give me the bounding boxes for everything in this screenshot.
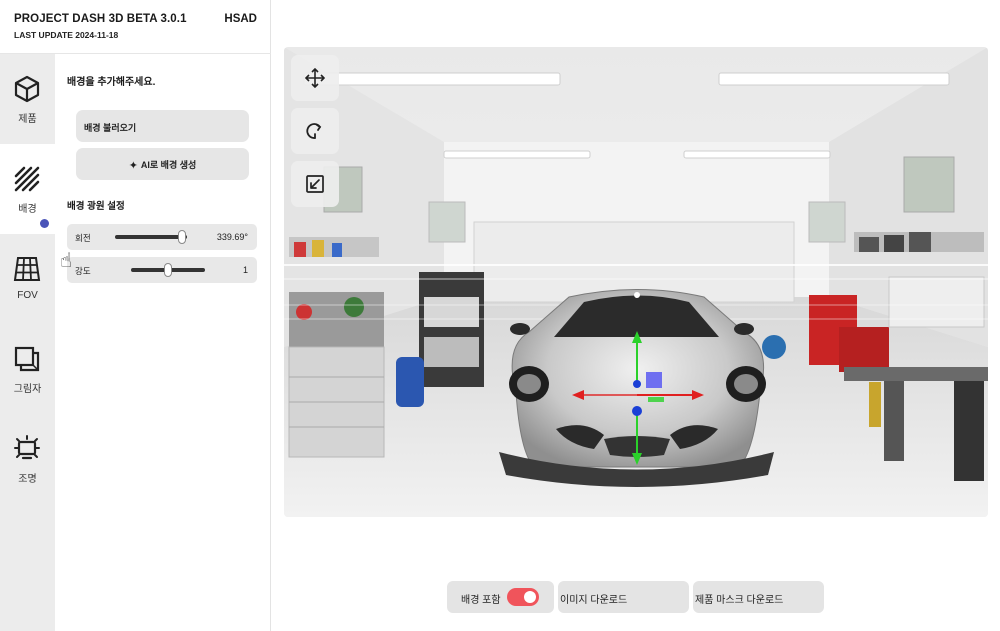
include-background-label: 배경 포함 (461, 595, 501, 606)
nav-item-label: FOV (17, 290, 38, 301)
scale-tool-button[interactable] (291, 161, 339, 207)
sparkle-icon: ✦ (128, 160, 138, 172)
include-background-toggle-pill[interactable]: 배경 포함 (447, 581, 554, 613)
intensity-label: 강도 (75, 266, 91, 276)
diagonal-lines-icon (14, 166, 40, 192)
toggle-knob (524, 591, 536, 603)
nav-item-shadow[interactable]: 그림자 (0, 324, 55, 414)
hand-cursor-icon: ☝ (60, 250, 73, 272)
include-background-toggle[interactable] (507, 588, 539, 606)
move-icon (305, 68, 325, 88)
rotate-icon (306, 123, 322, 139)
nav-item-lighting[interactable]: 조명 (0, 414, 55, 504)
nav-item-label: 그림자 (13, 384, 42, 395)
download-mask-button[interactable]: 제품 마스크 다운로드 (693, 581, 824, 613)
nav-item-label: 제품 (18, 114, 37, 125)
intensity-slider-knob[interactable] (164, 263, 172, 277)
3d-viewport[interactable] (284, 47, 988, 517)
company-name: HSAD (224, 13, 257, 25)
app-header: PROJECT DASH 3D BETA 3.0.1 LAST UPDATE 2… (0, 0, 271, 54)
garage-scene (284, 47, 988, 517)
intensity-slider-row: 강도 1 (67, 257, 257, 283)
rotate-tool-button[interactable] (291, 108, 339, 154)
shadow-icon (14, 346, 40, 372)
nav-item-product[interactable]: 제품 (0, 54, 55, 144)
rotation-slider-row: 회전 339.69° (67, 224, 257, 250)
light-icon (14, 435, 40, 460)
nav-item-fov[interactable]: FOV (0, 234, 55, 324)
rotation-slider-track[interactable] (115, 235, 187, 239)
download-image-label: 이미지 다운로드 (560, 595, 628, 606)
intensity-value: 1 (242, 265, 248, 275)
rotation-label: 회전 (75, 233, 91, 243)
grid-icon (13, 257, 41, 281)
move-tool-button[interactable] (291, 55, 339, 101)
background-prompt: 배경을 추가해주세요. (67, 77, 156, 88)
ai-button-label: AI로 배경 생성 (140, 160, 197, 170)
left-panel: PROJECT DASH 3D BETA 3.0.1 LAST UPDATE 2… (0, 0, 271, 631)
scale-icon (306, 175, 324, 193)
side-nav: 제품 배경 FOV 그림자 조명 (0, 54, 55, 631)
download-image-button[interactable]: 이미지 다운로드 (558, 581, 689, 613)
nav-item-label: 조명 (18, 474, 37, 485)
rotation-slider-knob[interactable] (178, 230, 186, 244)
background-light-title: 배경 광원 설정 (67, 201, 125, 212)
load-background-button[interactable]: 배경 불러오기 (76, 110, 249, 142)
cube-icon (14, 75, 40, 103)
ai-generate-background-button[interactable]: ✦ AI로 배경 생성 (76, 148, 249, 180)
last-update: LAST UPDATE 2024-11-18 (14, 30, 119, 40)
download-mask-label: 제품 마스크 다운로드 (695, 595, 784, 606)
background-settings-panel: 배경을 추가해주세요. 배경 불러오기 ✦ AI로 배경 생성 배경 광원 설정 … (55, 54, 271, 631)
nav-item-label: 배경 (18, 204, 37, 215)
app-title: PROJECT DASH 3D BETA 3.0.1 (14, 13, 187, 25)
active-indicator-dot (40, 219, 49, 228)
rotation-value: 339.69° (216, 232, 248, 242)
